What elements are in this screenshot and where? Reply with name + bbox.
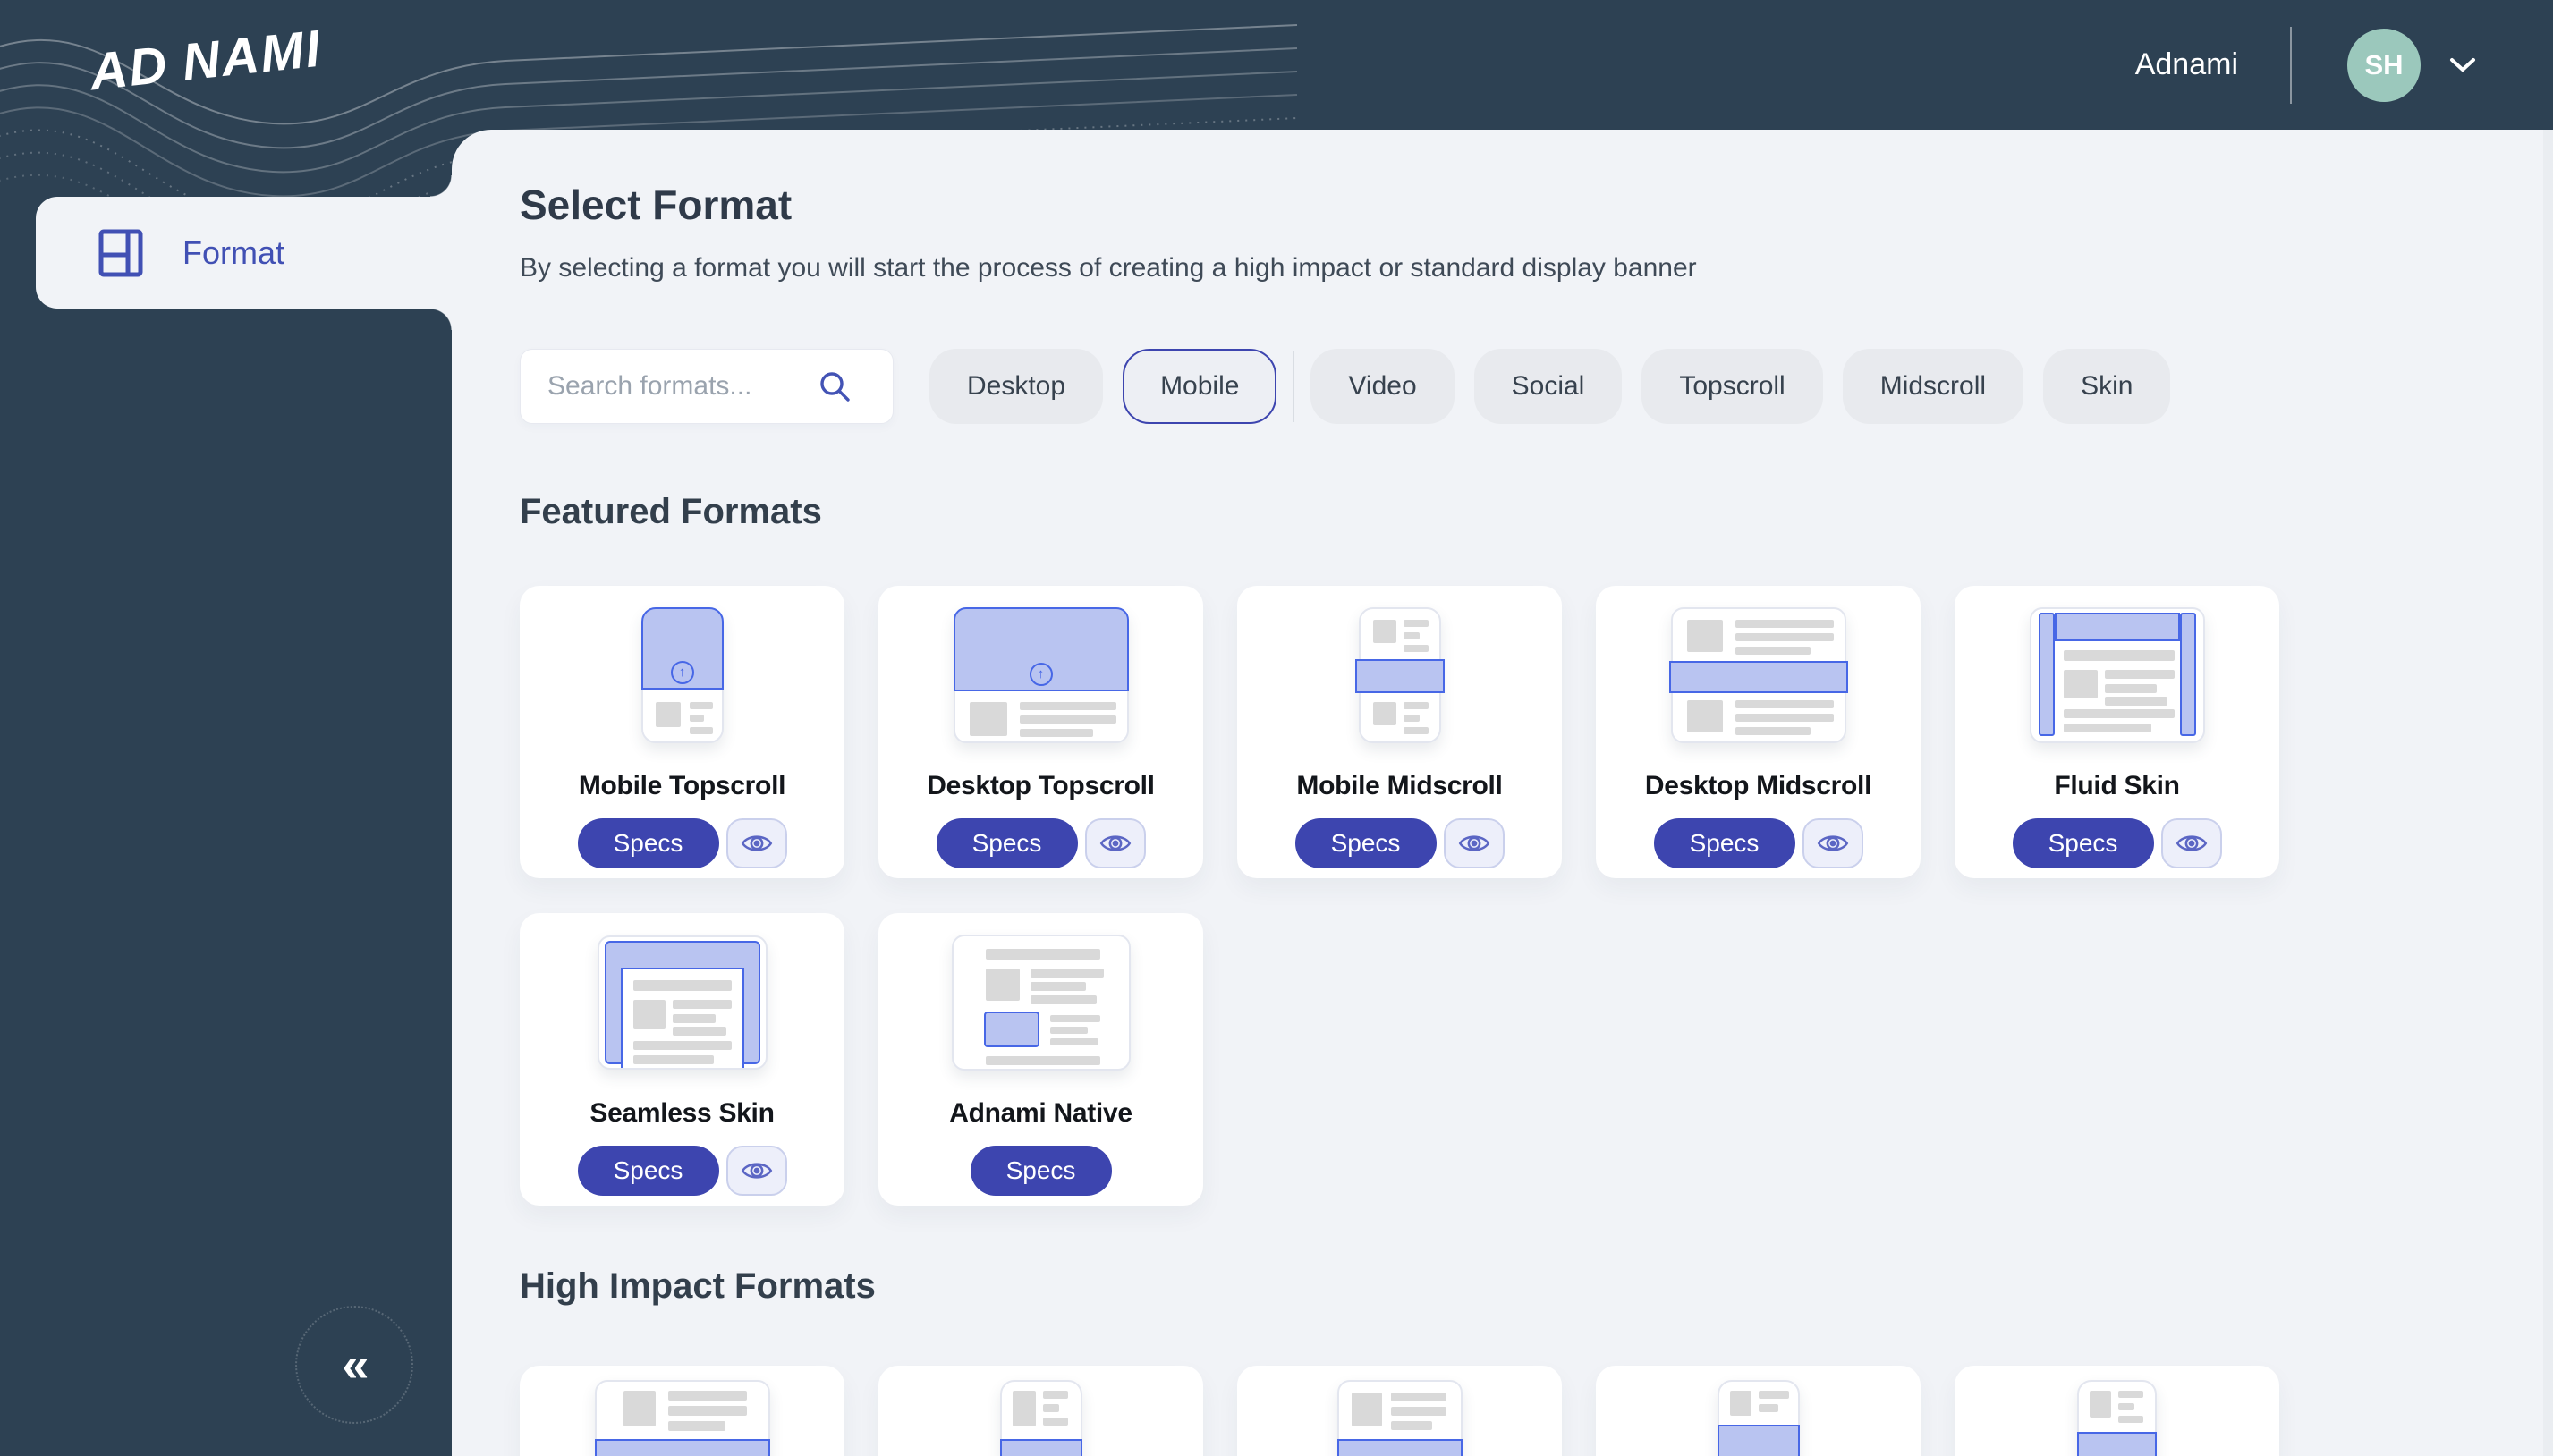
high-impact-formats-heading: High Impact Formats (520, 1266, 2553, 1307)
format-card[interactable] (520, 1366, 844, 1456)
format-toolbar: Desktop Mobile Video Social Topscroll Mi… (520, 349, 2553, 424)
specs-button[interactable]: Specs (2013, 818, 2154, 868)
adnami-logo: ADNAMI (87, 19, 325, 103)
filter-video[interactable]: Video (1310, 349, 1454, 424)
eye-icon (1817, 827, 1849, 859)
logo-text-left: AD (87, 36, 171, 102)
collapse-chevrons-icon: « (342, 1337, 366, 1393)
avatar[interactable]: SH (2347, 29, 2421, 102)
search-icon[interactable] (818, 369, 852, 403)
desktop-banner-illustration (595, 1380, 770, 1456)
top-bar: ADNAMI Adnami SH (0, 0, 2553, 130)
format-layout-icon (98, 229, 143, 277)
eye-icon (1458, 827, 1490, 859)
page-subtitle: By selecting a format you will start the… (520, 252, 2553, 284)
format-card-fluid-skin[interactable]: Fluid Skin Specs (1955, 586, 2279, 878)
mobile-banner-illustration (1000, 1380, 1082, 1456)
sidebar-item-label: Format (182, 234, 284, 272)
desktop-topscroll-illustration: ↑ (954, 607, 1129, 743)
format-card-mobile-midscroll[interactable]: Mobile Midscroll Specs (1237, 586, 1562, 878)
page-banner-illustration (1337, 1380, 1463, 1456)
scrollbar[interactable] (2543, 130, 2553, 1456)
high-impact-formats-grid (520, 1366, 2279, 1456)
eye-icon (741, 827, 773, 859)
main-content: Select Format By selecting a format you … (452, 130, 2553, 1456)
filter-skin[interactable]: Skin (2043, 349, 2170, 424)
arrow-up-icon: ↑ (671, 661, 694, 684)
format-card-title: Adnami Native (949, 1098, 1132, 1129)
sidebar-collapse-button[interactable]: « (295, 1306, 413, 1424)
page-title: Select Format (520, 182, 2553, 229)
logo-text-right: NAMI (180, 20, 325, 92)
header-right: Adnami SH (2135, 0, 2476, 130)
search-input[interactable] (546, 370, 818, 402)
format-card-adnami-native[interactable]: Adnami Native Specs (878, 913, 1203, 1206)
filter-group-divider (1293, 351, 1294, 422)
format-card-title: Desktop Topscroll (927, 771, 1154, 801)
filter-desktop[interactable]: Desktop (929, 349, 1103, 424)
preview-button[interactable] (726, 818, 787, 868)
featured-formats-heading: Featured Formats (520, 492, 2553, 532)
fluid-skin-illustration (2030, 607, 2205, 743)
search-box[interactable] (520, 349, 894, 424)
account-name: Adnami (2135, 47, 2238, 82)
specs-button[interactable]: Specs (1654, 818, 1795, 868)
format-card-desktop-midscroll[interactable]: Desktop Midscroll Specs (1596, 586, 1921, 878)
filter-mobile[interactable]: Mobile (1123, 349, 1276, 424)
tab-fillet-bottom (430, 309, 452, 330)
specs-button[interactable]: Specs (937, 818, 1078, 868)
specs-button[interactable]: Specs (578, 818, 719, 868)
format-card-title: Mobile Midscroll (1296, 771, 1502, 801)
format-card[interactable] (1237, 1366, 1562, 1456)
eye-icon (1099, 827, 1132, 859)
preview-button[interactable] (726, 1146, 787, 1196)
format-card-title: Seamless Skin (589, 1098, 774, 1129)
chevron-down-icon[interactable] (2449, 57, 2476, 73)
filter-social[interactable]: Social (1474, 349, 1623, 424)
arrow-up-icon: ↑ (1030, 663, 1053, 686)
format-card[interactable] (878, 1366, 1203, 1456)
format-card-title: Fluid Skin (2054, 771, 2179, 801)
specs-button[interactable]: Specs (1295, 818, 1437, 868)
preview-button[interactable] (2161, 818, 2222, 868)
featured-formats-grid: ↑ Mobile Topscroll Specs (520, 586, 2279, 1206)
specs-button[interactable]: Specs (578, 1146, 719, 1196)
sidebar-item-format[interactable]: Format (36, 197, 452, 309)
preview-button[interactable] (1085, 818, 1146, 868)
header-divider (2290, 27, 2292, 104)
adnami-native-illustration (952, 935, 1131, 1071)
format-card[interactable] (1955, 1366, 2279, 1456)
format-card-mobile-topscroll[interactable]: ↑ Mobile Topscroll Specs (520, 586, 844, 878)
format-card[interactable] (1596, 1366, 1921, 1456)
sidebar: Format « (0, 130, 452, 1456)
mobile-slim-banner-illustration (2077, 1380, 2157, 1456)
mobile-large-banner-illustration (1718, 1380, 1800, 1456)
adnami-app: ADNAMI Adnami SH Format (0, 0, 2553, 1456)
filter-midscroll[interactable]: Midscroll (1843, 349, 2023, 424)
tab-fillet-top (430, 175, 452, 197)
eye-icon (2176, 827, 2208, 859)
avatar-initials: SH (2364, 49, 2403, 81)
format-card-desktop-topscroll[interactable]: ↑ Desktop Topscroll Specs (878, 586, 1203, 878)
preview-button[interactable] (1802, 818, 1863, 868)
format-card-title: Mobile Topscroll (579, 771, 785, 801)
specs-button[interactable]: Specs (971, 1146, 1112, 1196)
seamless-skin-illustration (598, 935, 768, 1071)
format-card-seamless-skin[interactable]: Seamless Skin Specs (520, 913, 844, 1206)
filter-topscroll[interactable]: Topscroll (1641, 349, 1822, 424)
preview-button[interactable] (1444, 818, 1505, 868)
desktop-midscroll-illustration (1671, 607, 1846, 743)
eye-icon (741, 1155, 773, 1187)
format-card-title: Desktop Midscroll (1645, 771, 1871, 801)
mobile-midscroll-illustration (1359, 607, 1441, 743)
mobile-topscroll-illustration: ↑ (641, 607, 724, 743)
